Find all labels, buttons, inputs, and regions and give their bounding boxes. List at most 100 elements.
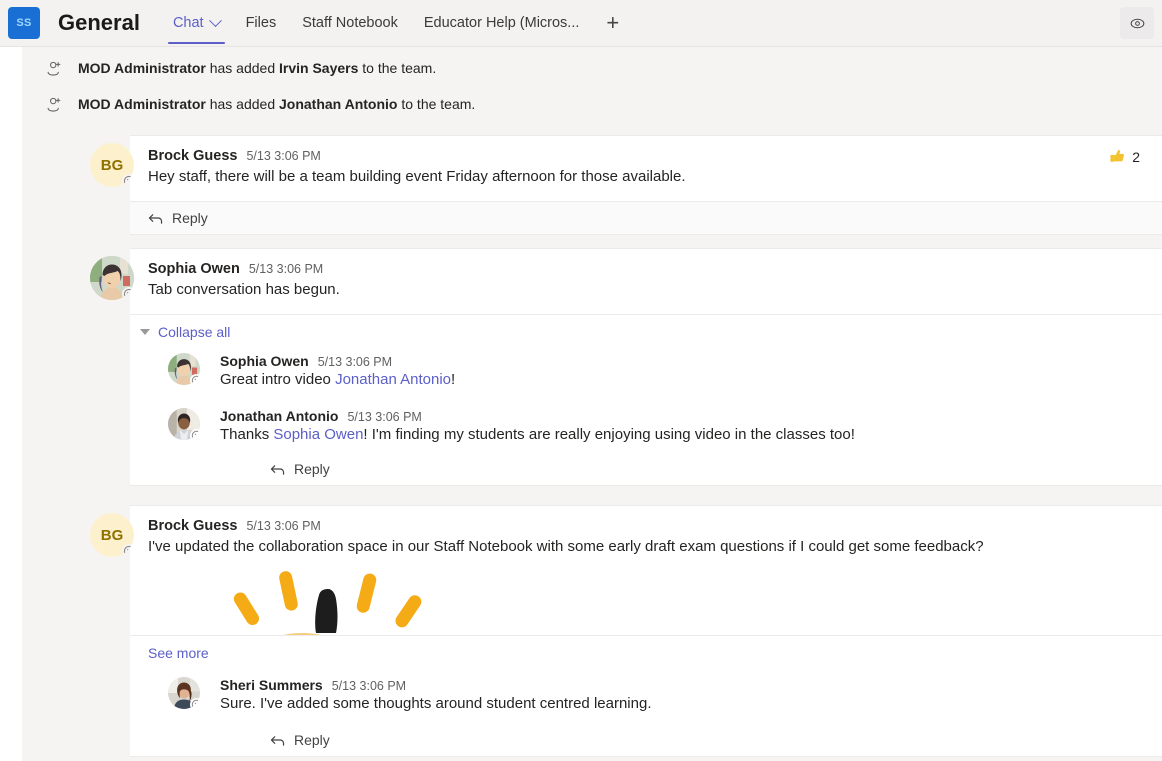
thread-header: Sophia Owen 5/13 3:06 PM bbox=[220, 353, 1144, 369]
thread-timestamp: 5/13 3:06 PM bbox=[331, 679, 407, 693]
message-timestamp: 5/13 3:06 PM bbox=[248, 262, 324, 276]
team-badge[interactable]: SS bbox=[8, 7, 40, 39]
avatar[interactable]: BG bbox=[90, 513, 134, 557]
system-actor: MOD Administrator bbox=[78, 96, 206, 112]
reply-arrow-icon bbox=[270, 464, 285, 475]
app-header: SS General Chat Files Staff Notebook Edu… bbox=[0, 0, 1162, 46]
message-header: Brock Guess 5/13 3:06 PM bbox=[148, 518, 1144, 534]
system-target: Irvin Sayers bbox=[279, 60, 359, 76]
message-body: Brock Guess 5/13 3:06 PM I've updated th… bbox=[130, 506, 1162, 635]
thread-text: Thanks Sophia Owen! I'm finding my stude… bbox=[220, 425, 1144, 445]
conversation-pane[interactable]: MOD Administrator has added Irvin Sayers… bbox=[22, 47, 1162, 761]
tab-bar: Chat Files Staff Notebook Educator Help … bbox=[160, 0, 633, 46]
reaction-count: 2 bbox=[1132, 148, 1140, 165]
avatar[interactable] bbox=[168, 353, 200, 385]
message-text: Hey staff, there will be a team building… bbox=[148, 168, 686, 185]
message-text: Tab conversation has begun. bbox=[148, 281, 340, 298]
avatar-initials: BG bbox=[100, 526, 124, 544]
system-tail: to the team. bbox=[358, 60, 437, 76]
system-message-text: MOD Administrator has added Irvin Sayers… bbox=[78, 60, 436, 76]
system-message: MOD Administrator has added Irvin Sayers… bbox=[22, 53, 1162, 83]
tab-staff-notebook[interactable]: Staff Notebook bbox=[289, 0, 411, 46]
thread-message: Sophia Owen 5/13 3:06 PM Great intro vid… bbox=[130, 347, 1162, 398]
chevron-down-icon[interactable] bbox=[208, 13, 222, 27]
message-card: Brock Guess 5/13 3:06 PM I've updated th… bbox=[130, 505, 1162, 757]
presence-offline-icon bbox=[122, 174, 134, 187]
tab-files-label: Files bbox=[245, 15, 277, 31]
presence-offline-icon bbox=[190, 374, 200, 385]
eye-icon[interactable] bbox=[1120, 7, 1154, 39]
message-group-brock-notebook: BG Brock Guess 5/13 3:06 PM I've updated… bbox=[22, 505, 1162, 757]
thread-message: Sheri Summers 5/13 3:06 PM Sure. I've ad… bbox=[130, 667, 1162, 722]
reply-label: Reply bbox=[294, 732, 330, 748]
avatar[interactable] bbox=[90, 256, 134, 300]
collapse-all-label: Collapse all bbox=[158, 324, 231, 340]
page-title: General bbox=[58, 10, 140, 35]
presence-offline-icon bbox=[122, 287, 134, 300]
avatar[interactable]: BG bbox=[90, 143, 134, 187]
message-card: Brock Guess 5/13 3:06 PM Hey staff, ther… bbox=[130, 135, 1162, 235]
mention-link[interactable]: Sophia Owen bbox=[273, 426, 363, 443]
thread-message: Jonathan Antonio 5/13 3:06 PM Thanks Sop… bbox=[130, 398, 1162, 453]
message-group-brock-event: BG Brock Guess 5/13 3:06 PM Hey staff, t… bbox=[22, 135, 1162, 235]
see-more-button[interactable]: See more bbox=[130, 635, 1162, 667]
system-tail: to the team. bbox=[397, 96, 476, 112]
system-actor: MOD Administrator bbox=[78, 60, 206, 76]
add-tab-button[interactable]: + bbox=[592, 0, 633, 46]
message-body: Sophia Owen 5/13 3:06 PM Tab conversatio… bbox=[130, 249, 1162, 315]
reply-button[interactable]: Reply bbox=[130, 201, 1162, 234]
thread-text: Sure. I've added some thoughts around st… bbox=[220, 695, 652, 712]
mention-link[interactable]: Jonathan Antonio bbox=[335, 371, 451, 388]
message-text: I've updated the collaboration space in … bbox=[148, 538, 984, 555]
avatar[interactable] bbox=[168, 677, 200, 709]
message-header: Sophia Owen 5/13 3:06 PM bbox=[148, 261, 1144, 277]
thread-text: Great intro video Jonathan Antonio! bbox=[220, 370, 1144, 390]
message-body: Brock Guess 5/13 3:06 PM Hey staff, ther… bbox=[130, 136, 1162, 201]
see-more-label: See more bbox=[148, 645, 209, 661]
tab-staff-notebook-label: Staff Notebook bbox=[302, 15, 398, 31]
reaction-badge[interactable]: 2 bbox=[1108, 147, 1140, 166]
system-target: Jonathan Antonio bbox=[279, 96, 398, 112]
add-person-icon bbox=[42, 95, 66, 114]
thread-author[interactable]: Jonathan Antonio bbox=[220, 408, 338, 424]
message-header: Brock Guess 5/13 3:06 PM bbox=[148, 148, 1144, 164]
left-rail bbox=[0, 47, 22, 761]
system-middle: has added bbox=[205, 60, 279, 76]
message-author[interactable]: Brock Guess bbox=[148, 518, 237, 534]
message-media[interactable] bbox=[148, 567, 1144, 635]
thread-text-before: Thanks bbox=[220, 426, 274, 443]
system-message-text: MOD Administrator has added Jonathan Ant… bbox=[78, 96, 475, 112]
system-message: MOD Administrator has added Jonathan Ant… bbox=[22, 89, 1162, 119]
tab-educator-help[interactable]: Educator Help (Micros... bbox=[411, 0, 593, 46]
presence-offline-icon bbox=[190, 698, 200, 709]
message-author[interactable]: Brock Guess bbox=[148, 148, 237, 164]
avatar[interactable] bbox=[168, 408, 200, 440]
system-middle: has added bbox=[205, 96, 279, 112]
tab-files[interactable]: Files bbox=[233, 0, 290, 46]
tab-educator-help-label: Educator Help (Micros... bbox=[423, 15, 580, 31]
message-timestamp: 5/13 3:06 PM bbox=[246, 149, 321, 163]
message-group-sophia-tab: Sophia Owen 5/13 3:06 PM Tab conversatio… bbox=[22, 248, 1162, 486]
reply-button[interactable]: Reply bbox=[130, 453, 1162, 485]
tab-chat-label: Chat bbox=[172, 15, 204, 31]
reply-label: Reply bbox=[294, 461, 330, 477]
message-author[interactable]: Sophia Owen bbox=[148, 261, 240, 277]
reply-arrow-icon bbox=[148, 213, 163, 224]
message-card: Sophia Owen 5/13 3:06 PM Tab conversatio… bbox=[130, 248, 1162, 486]
thread-text-after: ! I'm finding my students are really enj… bbox=[363, 426, 855, 443]
collapse-all-button[interactable]: Collapse all bbox=[130, 315, 1162, 347]
tab-active-indicator bbox=[167, 42, 225, 44]
thread-author[interactable]: Sophia Owen bbox=[220, 353, 309, 369]
reply-button[interactable]: Reply bbox=[130, 722, 1162, 756]
caret-down-icon bbox=[140, 329, 150, 335]
clapping-hands-gif bbox=[220, 567, 540, 635]
message-timestamp: 5/13 3:06 PM bbox=[246, 519, 321, 533]
thread-header: Jonathan Antonio 5/13 3:06 PM bbox=[220, 408, 1144, 424]
tab-chat[interactable]: Chat bbox=[160, 0, 233, 46]
thread-text-before: Great intro video bbox=[220, 371, 336, 388]
thread-timestamp: 5/13 3:06 PM bbox=[347, 410, 422, 424]
add-person-icon bbox=[42, 59, 66, 78]
reply-arrow-icon bbox=[270, 735, 285, 746]
avatar-initials: BG bbox=[100, 156, 124, 174]
thread-author[interactable]: Sheri Summers bbox=[220, 677, 323, 693]
